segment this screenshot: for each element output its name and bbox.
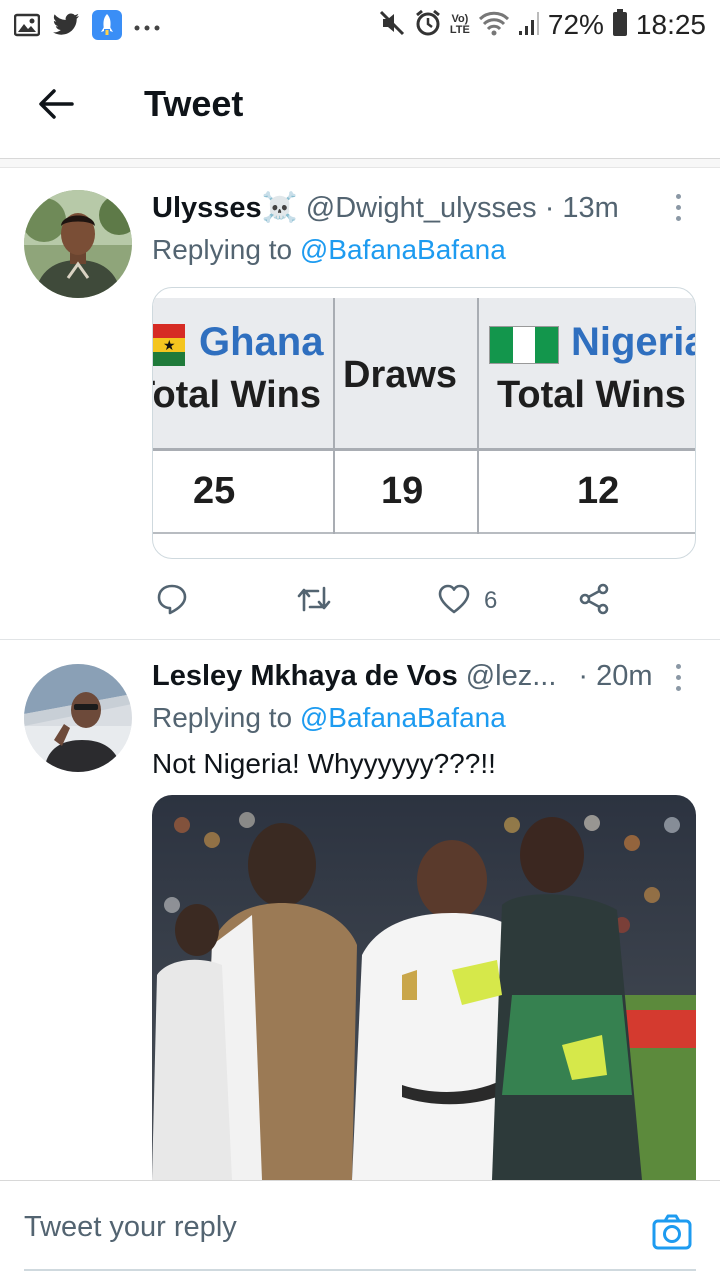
volte-bottom-text: LTE: [449, 24, 470, 36]
separator-dot: ·: [578, 659, 589, 692]
display-name[interactable]: Lesley Mkhaya de Vos: [152, 660, 458, 693]
team2-wins-value: 12: [577, 470, 620, 512]
team1-label: Total Wins: [152, 374, 321, 416]
avatar[interactable]: [24, 190, 132, 298]
volte-icon: Vo) LTE: [450, 14, 470, 36]
separator-dot: ·: [544, 191, 555, 224]
draws-value: 19: [381, 470, 424, 512]
twitter-icon: [52, 13, 80, 42]
reply-button[interactable]: [156, 581, 188, 621]
team1-name: Ghana: [199, 320, 324, 364]
replying-to: Replying to @BafanaBafana: [152, 702, 506, 734]
tweet-header: Lesley Mkhaya de Vos @lez... · 20m: [152, 656, 690, 696]
page-title: Tweet: [144, 83, 244, 124]
table-line: [153, 532, 695, 534]
reply-underline: [24, 1269, 696, 1271]
battery-icon: [612, 8, 628, 42]
header-divider: [0, 158, 720, 168]
handle[interactable]: @Dwight_ulysses: [306, 192, 537, 225]
tweet-header: Ulysses☠️ @Dwight_ulysses · 13m: [152, 188, 690, 228]
reply-icon: [156, 583, 188, 620]
more-dot: [675, 205, 681, 210]
retweet-button[interactable]: [296, 581, 332, 621]
more-dot: [675, 194, 681, 199]
rocket-app-icon: [92, 10, 122, 45]
team2-label-text: Total Wins: [497, 374, 686, 416]
heart-icon: [438, 584, 470, 619]
reply-input[interactable]: Tweet your reply: [24, 1211, 237, 1244]
status-bar: Vo) LTE 72% 18:25: [0, 0, 720, 52]
tweet-actions: 6: [152, 581, 632, 621]
back-button[interactable]: [30, 80, 82, 132]
team2-label: Total Wins: [497, 374, 695, 417]
clock: 18:25: [635, 9, 706, 40]
handle[interactable]: @lez...: [466, 660, 557, 693]
tweet-1[interactable]: Ulysses☠️ @Dwight_ulysses · 13m Replying…: [0, 170, 720, 640]
avatar[interactable]: [24, 664, 132, 772]
replying-to: Replying to @BafanaBafana: [152, 234, 506, 266]
tweet-text: Not Nigeria! Whyyyyyy???!!: [152, 748, 496, 779]
arrow-left-icon: [38, 88, 74, 125]
timestamp: 20m: [596, 659, 653, 692]
nigeria-flag-icon: [489, 326, 559, 364]
gallery-icon: [13, 13, 41, 42]
tweet-media-image[interactable]: ★ Ghana Total Wins Draws Nigeria Total W…: [152, 287, 696, 559]
table-line: [153, 448, 695, 451]
head-to-head-table: ★ Ghana Total Wins Draws Nigeria Total W…: [152, 298, 696, 534]
ghana-flag-icon: ★: [153, 324, 185, 366]
more-dot: [675, 664, 681, 669]
more-dot: [675, 686, 681, 691]
wifi-icon: [478, 10, 510, 41]
team1-wins-value: 25: [193, 470, 236, 512]
retweet-icon: [296, 584, 332, 619]
signal-icon: [518, 10, 540, 41]
camera-button[interactable]: [652, 1212, 692, 1252]
app-header: Tweet: [0, 58, 720, 154]
replying-prefix: Replying to: [152, 234, 293, 265]
more-dot: [675, 216, 681, 221]
more-dot: [675, 675, 681, 680]
reply-composer: Tweet your reply: [0, 1180, 720, 1280]
more-notifications-icon: [134, 19, 160, 37]
table-line: [333, 298, 335, 534]
team2-name: Nigeria: [571, 320, 696, 365]
mention-link[interactable]: @BafanaBafana: [300, 702, 506, 733]
like-button[interactable]: 6: [438, 581, 497, 621]
battery-percent: 72%: [547, 9, 604, 40]
replying-prefix: Replying to: [152, 702, 293, 733]
status-bar-right: Vo) LTE 72% 18:25: [378, 8, 706, 42]
timestamp: 13m: [562, 191, 619, 224]
alarm-icon: [414, 9, 442, 42]
like-count: 6: [484, 587, 498, 614]
team2-name-text: Nigeria: [571, 320, 696, 364]
status-bar-left: [13, 10, 160, 45]
share-button[interactable]: [578, 581, 610, 621]
share-icon: [578, 583, 610, 620]
draws-label: Draws: [343, 354, 458, 396]
camera-icon: [652, 1214, 692, 1256]
more-options-button[interactable]: [668, 664, 688, 691]
tweet-media-photo[interactable]: [152, 795, 696, 1180]
table-line: [477, 298, 479, 534]
mute-icon: [378, 9, 406, 42]
more-options-button[interactable]: [668, 194, 688, 221]
display-name[interactable]: Ulysses☠️: [152, 191, 298, 225]
mention-link[interactable]: @BafanaBafana: [300, 234, 506, 265]
